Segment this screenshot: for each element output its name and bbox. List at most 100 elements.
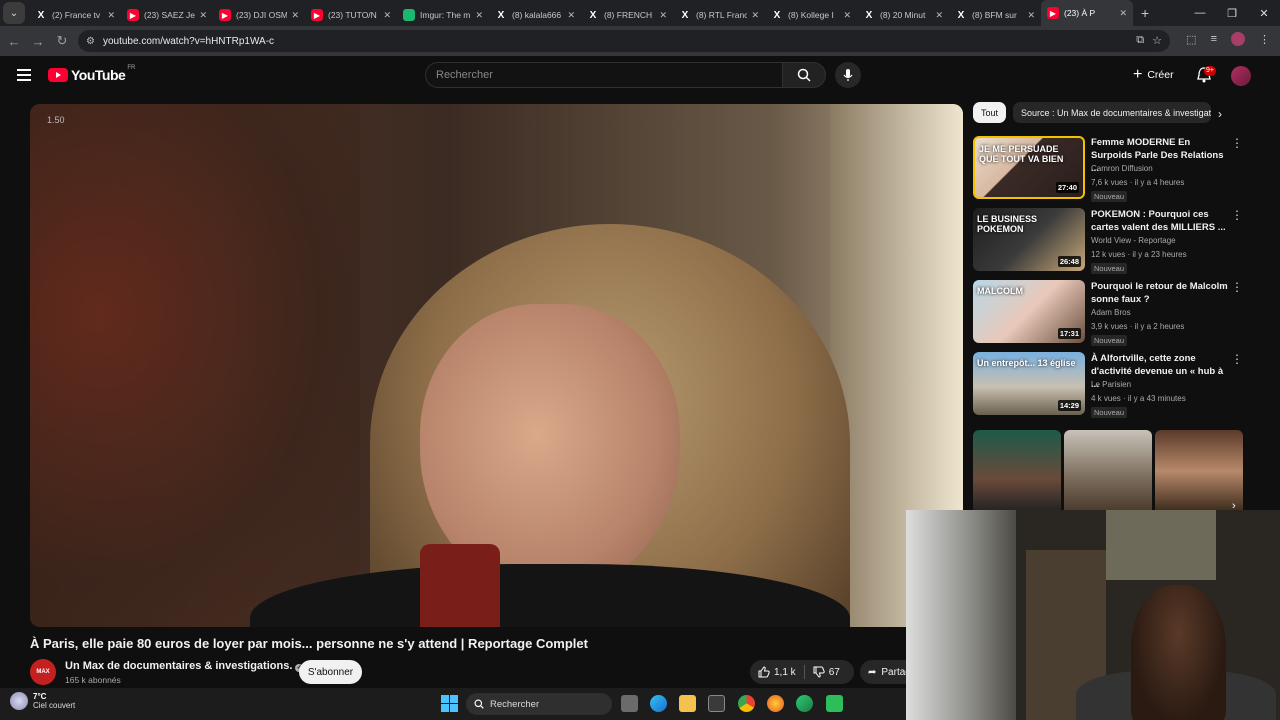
new-tab-icon[interactable]: + bbox=[1141, 5, 1149, 21]
webcam-overlay bbox=[906, 510, 1280, 720]
subscribe-button[interactable]: S'abonner bbox=[299, 660, 362, 684]
recommendation-item[interactable]: LE BUSINESS POKEMON 26:48 POKEMON : Pourqu… bbox=[973, 208, 1253, 274]
share-icon: ➦ bbox=[868, 666, 877, 678]
tab-close-icon[interactable]: ✕ bbox=[935, 10, 943, 21]
tab-close-icon[interactable]: ✕ bbox=[1119, 8, 1127, 19]
url-field[interactable]: ⚙ youtube.com/watch?v=hHNTRp1WA-c ⧉ ☆ bbox=[78, 30, 1170, 52]
back-icon[interactable]: ← bbox=[2, 34, 26, 49]
browser-tab[interactable]: X (8) FRENCH ✕ bbox=[581, 4, 673, 26]
chrome-icon[interactable] bbox=[738, 695, 755, 712]
edge-icon[interactable] bbox=[650, 695, 667, 712]
file-explorer-icon[interactable] bbox=[679, 695, 696, 712]
tab-close-icon[interactable]: ✕ bbox=[383, 10, 391, 21]
recommendation-thumbnail[interactable]: MALCOLM 17:31 bbox=[973, 280, 1085, 343]
browser-tab[interactable]: ▶ (23) À P ✕ bbox=[1041, 0, 1133, 26]
recommendation-item[interactable]: JE ME PERSUADE QUE TOUT VA BIEN 27:40 Femm… bbox=[973, 136, 1253, 202]
dislike-button[interactable]: 67 bbox=[805, 666, 848, 678]
youtube-logo[interactable]: YouTube FR bbox=[48, 65, 135, 83]
tab-close-icon[interactable]: ✕ bbox=[843, 10, 851, 21]
recommendation-meta: 7,6 k vues · il y a 4 heures bbox=[1091, 178, 1185, 187]
channel-avatar[interactable]: MAX bbox=[30, 659, 56, 685]
browser-tab[interactable]: X (2) France tv ✕ bbox=[29, 4, 121, 26]
browser-tab[interactable]: ▶ (23) DJI OSM ✕ bbox=[213, 4, 305, 26]
recommendation-channel[interactable]: World View - Reportage bbox=[1091, 236, 1176, 245]
tab-close-icon[interactable]: ✕ bbox=[1027, 10, 1035, 21]
install-app-icon[interactable]: ⧉ bbox=[1136, 34, 1144, 47]
chip-all[interactable]: Tout bbox=[973, 102, 1007, 123]
extensions-icon[interactable]: ⬚ bbox=[1186, 33, 1196, 46]
chip-source[interactable]: Source : Un Max de documentaires & inves… bbox=[1013, 102, 1211, 123]
x-icon: X bbox=[865, 9, 873, 21]
search-input[interactable]: Rechercher bbox=[425, 62, 783, 88]
tab-close-icon[interactable]: ✕ bbox=[107, 10, 115, 21]
browser-tab[interactable]: X (8) 20 Minut ✕ bbox=[857, 4, 949, 26]
site-info-icon[interactable]: ⚙ bbox=[86, 36, 95, 47]
recommendation-thumbnail[interactable]: LE BUSINESS POKEMON 26:48 bbox=[973, 208, 1085, 271]
more-options-icon[interactable]: ⋮ bbox=[1231, 136, 1243, 150]
tab-close-icon[interactable]: ✕ bbox=[751, 10, 759, 21]
tab-search-menu-icon[interactable]: ⌄ bbox=[3, 2, 25, 24]
profile-icon[interactable] bbox=[1231, 32, 1245, 46]
recommendation-item[interactable]: MALCOLM 17:31 Pourquoi le retour de Malcol… bbox=[973, 280, 1253, 346]
browser-menu-icon[interactable]: ⋮ bbox=[1259, 33, 1270, 46]
reload-icon[interactable]: ↻ bbox=[50, 33, 74, 49]
browser-tab[interactable]: X (8) RTL Franc ✕ bbox=[673, 4, 765, 26]
tab-close-icon[interactable]: ✕ bbox=[567, 10, 575, 21]
recommendation-thumbnail[interactable]: JE ME PERSUADE QUE TOUT VA BIEN 27:40 bbox=[973, 136, 1085, 199]
recommendation-thumbnail[interactable]: Un entrepôt... 13 église 14:29 bbox=[973, 352, 1085, 415]
tab-close-icon[interactable]: ✕ bbox=[291, 10, 299, 21]
like-button[interactable]: 1,1 k bbox=[750, 666, 804, 678]
app-icon[interactable] bbox=[796, 695, 813, 712]
browser-tab[interactable]: ▶ (23) SAEZ Je ✕ bbox=[121, 4, 213, 26]
tab-close-icon[interactable]: ✕ bbox=[475, 10, 483, 21]
recommendation-channel[interactable]: Adam Bros bbox=[1091, 308, 1131, 317]
tab-title: (2) France tv bbox=[52, 10, 101, 20]
more-options-icon[interactable]: ⋮ bbox=[1231, 352, 1243, 366]
windows-start-icon[interactable] bbox=[441, 695, 458, 712]
tab-close-icon[interactable]: ✕ bbox=[199, 10, 207, 21]
browser-tab[interactable]: X (8) kalala666 ✕ bbox=[489, 4, 581, 26]
channel-name[interactable]: Un Max de documentaires & investigations… bbox=[65, 660, 304, 672]
short-thumbnail[interactable] bbox=[1155, 430, 1243, 512]
recommendation-channel[interactable]: Camron Diffusion bbox=[1091, 164, 1153, 173]
forward-icon[interactable]: → bbox=[26, 34, 50, 49]
webcam-wall bbox=[906, 510, 1016, 720]
thumbnail-text: MALCOLM bbox=[977, 286, 1023, 296]
weather-widget[interactable]: 7°C Ciel couvert bbox=[10, 692, 75, 710]
taskbar-search-label: Rechercher bbox=[490, 698, 540, 710]
app-icon[interactable] bbox=[826, 695, 843, 712]
browser-tabstrip: ⌄ X (2) France tv ✕ ▶ (23) SAEZ Je ✕ ▶ (23) DJI… bbox=[0, 0, 1280, 26]
imgur-icon bbox=[403, 9, 415, 21]
duration-badge: 26:48 bbox=[1057, 256, 1081, 267]
browser-tab[interactable]: X (8) BFM sur ✕ bbox=[949, 4, 1041, 26]
taskbar-search[interactable]: Rechercher bbox=[466, 693, 612, 715]
browser-tab[interactable]: ▶ (23) TUTO/N ✕ bbox=[305, 4, 397, 26]
close-window-icon[interactable]: ✕ bbox=[1248, 7, 1280, 20]
maximize-icon[interactable]: ❐ bbox=[1216, 7, 1248, 20]
voice-search-button[interactable] bbox=[835, 62, 861, 88]
bookmark-star-icon[interactable]: ☆ bbox=[1152, 34, 1162, 47]
menu-hamburger-icon[interactable] bbox=[17, 69, 31, 81]
task-view-icon[interactable] bbox=[621, 695, 638, 712]
x-icon: X bbox=[37, 9, 45, 21]
more-options-icon[interactable]: ⋮ bbox=[1231, 280, 1243, 294]
recommendation-meta: 12 k vues · il y a 23 heures bbox=[1091, 250, 1187, 259]
tab-close-icon[interactable]: ✕ bbox=[659, 10, 667, 21]
short-thumbnail[interactable] bbox=[973, 430, 1061, 512]
store-icon[interactable] bbox=[708, 695, 725, 712]
recommendation-channel[interactable]: Le Parisien bbox=[1091, 380, 1131, 389]
user-avatar[interactable] bbox=[1231, 66, 1251, 86]
minimize-icon[interactable]: — bbox=[1184, 7, 1216, 19]
search-button[interactable] bbox=[782, 62, 826, 88]
create-button[interactable]: + Créer bbox=[1127, 64, 1180, 86]
recommendation-item[interactable]: Un entrepôt... 13 église 14:29 À Alfortvil… bbox=[973, 352, 1253, 418]
more-options-icon[interactable]: ⋮ bbox=[1231, 208, 1243, 222]
browser-tab[interactable]: Imgur: The m ✕ bbox=[397, 4, 489, 26]
chips-next-chevron-icon[interactable]: › bbox=[1218, 107, 1222, 121]
new-badge: Nouveau bbox=[1091, 263, 1128, 274]
short-thumbnail[interactable] bbox=[1064, 430, 1152, 512]
firefox-icon[interactable] bbox=[767, 695, 784, 712]
video-player[interactable] bbox=[30, 104, 963, 627]
media-control-icon[interactable]: ≡ bbox=[1211, 33, 1217, 45]
browser-tab[interactable]: X (8) Kollege I ✕ bbox=[765, 4, 857, 26]
